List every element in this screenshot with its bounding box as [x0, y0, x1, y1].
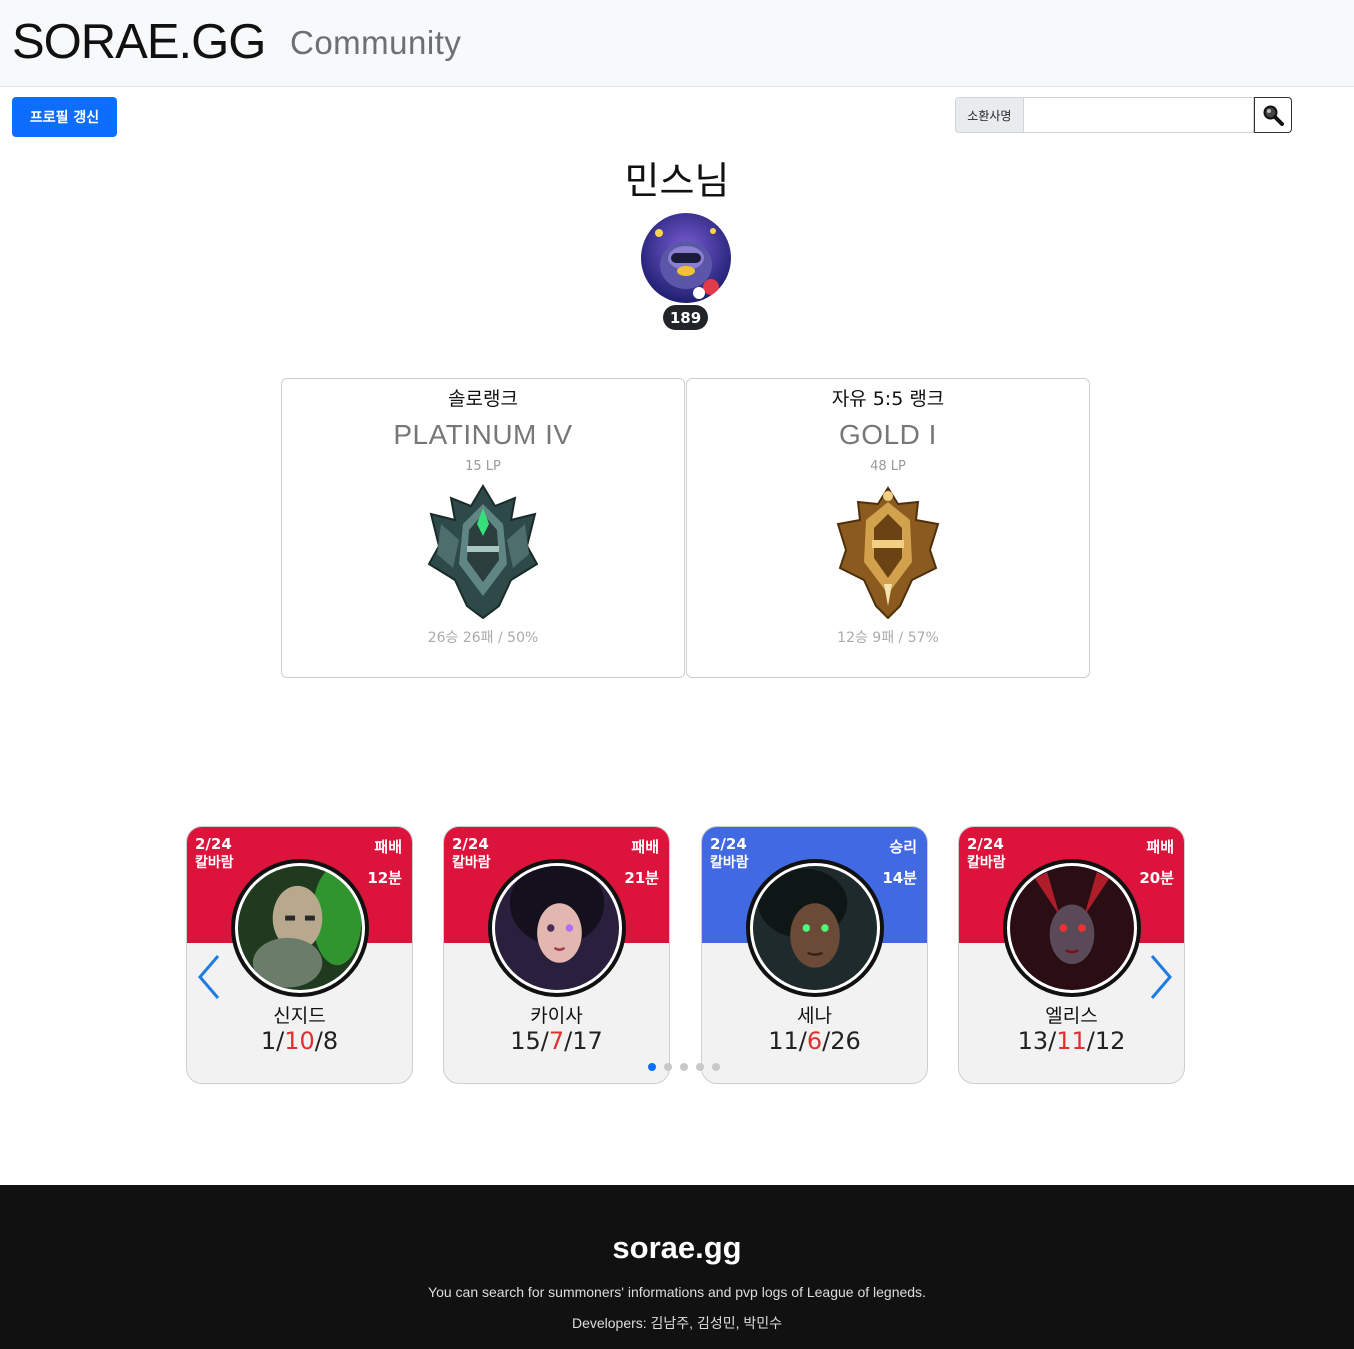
carousel-dot[interactable]: [712, 1063, 720, 1071]
carousel-prev-arrow-icon[interactable]: [194, 952, 224, 1002]
match-date: 2/24: [710, 835, 747, 853]
footer-developers: Developers: 김남주, 김성민, 박민수: [571, 1315, 783, 1331]
champion-portrait: [1003, 859, 1141, 997]
profile-icon: [641, 213, 731, 303]
queue-name: 자유 5:5 랭크: [831, 388, 945, 410]
match-result: 패배: [1146, 838, 1174, 856]
assists: 17: [572, 1027, 603, 1055]
deaths: 6: [806, 1027, 823, 1055]
match-result: 패배: [374, 838, 402, 856]
footer: sorae.gg You can search for summoners' i…: [0, 1185, 1354, 1349]
league-points: 48 LP: [870, 459, 906, 474]
match-mode: 칼바람: [967, 855, 1006, 871]
footer-description: You can search for summoners' informatio…: [428, 1284, 926, 1300]
deaths: 10: [284, 1027, 315, 1055]
platinum-emblem-icon: [427, 484, 539, 619]
summoner-name: 민스님: [624, 159, 730, 203]
tier-name: PLATINUM IV: [393, 419, 573, 450]
solo-rank-card: 솔로랭크 PLATINUM IV 15 LP 26승 26패 / 50%: [281, 378, 685, 678]
refresh-profile-button[interactable]: 프로필 갱신: [12, 97, 117, 137]
footer-title: sorae.gg: [612, 1230, 742, 1265]
carousel-pagination: [648, 1063, 720, 1071]
kills: 11: [768, 1027, 799, 1055]
kills: 15: [510, 1027, 541, 1055]
match-duration: 14분: [882, 869, 917, 887]
match-date: 2/24: [452, 835, 489, 853]
match-date: 2/24: [195, 835, 232, 853]
champion-name: 카이사: [530, 1005, 583, 1027]
kda: 1/10/8: [260, 1027, 339, 1055]
champion-portrait: [488, 859, 626, 997]
tier-name: GOLD I: [839, 419, 937, 450]
summoner-search-input[interactable]: [1023, 97, 1255, 133]
search-icon: [1263, 105, 1285, 126]
match-result: 승리: [889, 838, 917, 856]
match-mode: 칼바람: [710, 855, 749, 871]
league-points: 15 LP: [465, 459, 501, 474]
carousel-dot[interactable]: [680, 1063, 688, 1071]
match-duration: 21분: [624, 869, 659, 887]
match-duration: 12분: [367, 869, 402, 887]
match-result: 패배: [631, 838, 659, 856]
nav-community-link[interactable]: Community: [290, 24, 461, 62]
champion-name: 세나: [797, 1005, 832, 1027]
kills: 13: [1017, 1027, 1049, 1055]
carousel-next-arrow-icon[interactable]: [1146, 952, 1176, 1002]
champion-portrait: [746, 859, 884, 997]
brand-logo[interactable]: SORAE.GG: [12, 14, 266, 70]
kda: 15/7/17: [510, 1027, 603, 1055]
assists: 12: [1094, 1027, 1126, 1055]
match-duration: 20분: [1139, 869, 1174, 887]
carousel-dot[interactable]: [648, 1063, 656, 1071]
deaths: 11: [1056, 1027, 1087, 1055]
champion-name: 신지드: [273, 1005, 326, 1027]
kda: 11/6/26: [768, 1027, 861, 1055]
level-badge: 189: [663, 305, 708, 330]
search-label: 소환사명: [955, 97, 1024, 133]
match-date: 2/24: [967, 835, 1004, 853]
win-loss-record: 26승 26패 / 50%: [427, 630, 539, 646]
flex-rank-card: 자유 5:5 랭크 GOLD I 48 LP 12승 9패 / 57%: [686, 378, 1090, 678]
carousel-dot[interactable]: [696, 1063, 704, 1071]
queue-name: 솔로랭크: [448, 388, 518, 410]
assists: 8: [322, 1027, 339, 1055]
gold-emblem-icon: [836, 486, 940, 619]
deaths: 7: [548, 1027, 565, 1055]
match-card[interactable]: 2/24 칼바람 승리 14분 세나 11/6/26: [701, 826, 928, 1084]
assists: 26: [830, 1027, 861, 1055]
match-mode: 칼바람: [195, 855, 234, 871]
search-group: 소환사명: [955, 97, 1292, 133]
kda: 13/11/12: [1017, 1027, 1126, 1055]
match-mode: 칼바람: [452, 855, 491, 871]
kills: 1: [260, 1027, 277, 1055]
match-card[interactable]: 2/24 칼바람 패배 21분 카이사 15/7/17: [443, 826, 670, 1084]
navbar: SORAE.GG Community: [0, 0, 1354, 87]
carousel-dot[interactable]: [664, 1063, 672, 1071]
search-button[interactable]: [1254, 97, 1292, 133]
win-loss-record: 12승 9패 / 57%: [837, 630, 939, 646]
champion-name: 엘리스: [1045, 1005, 1098, 1027]
champion-portrait: [231, 859, 369, 997]
